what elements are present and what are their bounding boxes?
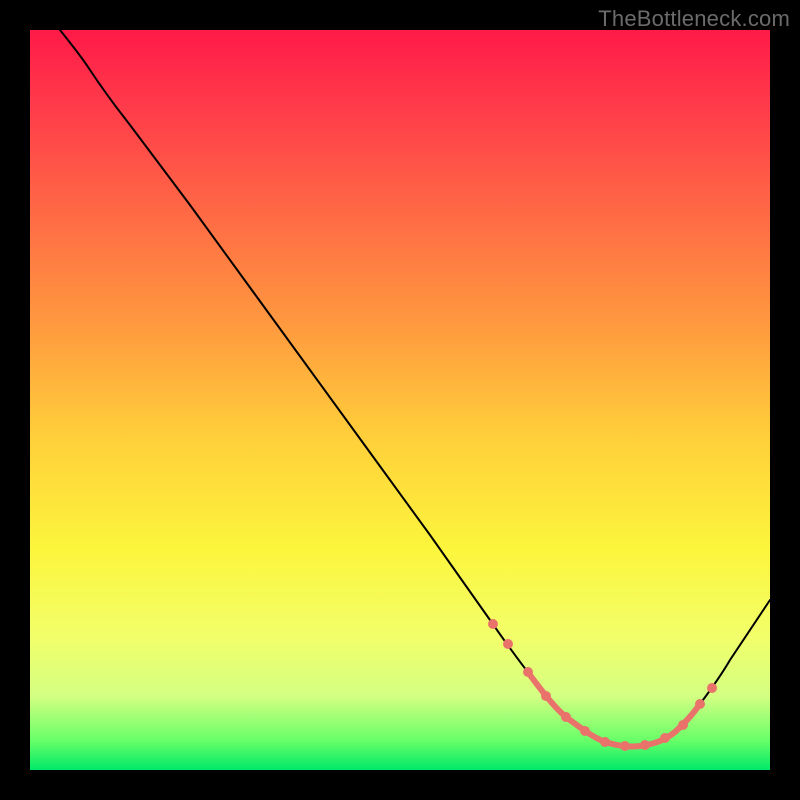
optimal-dot bbox=[561, 712, 571, 722]
optimal-dot bbox=[541, 691, 551, 701]
optimal-dot bbox=[503, 639, 513, 649]
optimal-dot bbox=[488, 619, 498, 629]
chart-frame: TheBottleneck.com bbox=[0, 0, 800, 800]
optimal-dot bbox=[580, 726, 590, 736]
bottleneck-curve-line bbox=[60, 30, 770, 747]
bottleneck-curve-svg bbox=[30, 30, 770, 770]
optimal-dot bbox=[707, 683, 717, 693]
optimal-dot bbox=[695, 699, 705, 709]
optimal-dot bbox=[640, 740, 650, 750]
optimal-dot bbox=[620, 741, 630, 751]
optimal-dot bbox=[678, 720, 688, 730]
watermark-text: TheBottleneck.com bbox=[598, 6, 790, 32]
optimal-range-segment bbox=[530, 675, 700, 747]
optimal-dot bbox=[600, 737, 610, 747]
optimal-dot bbox=[523, 667, 533, 677]
optimal-dot bbox=[660, 733, 670, 743]
